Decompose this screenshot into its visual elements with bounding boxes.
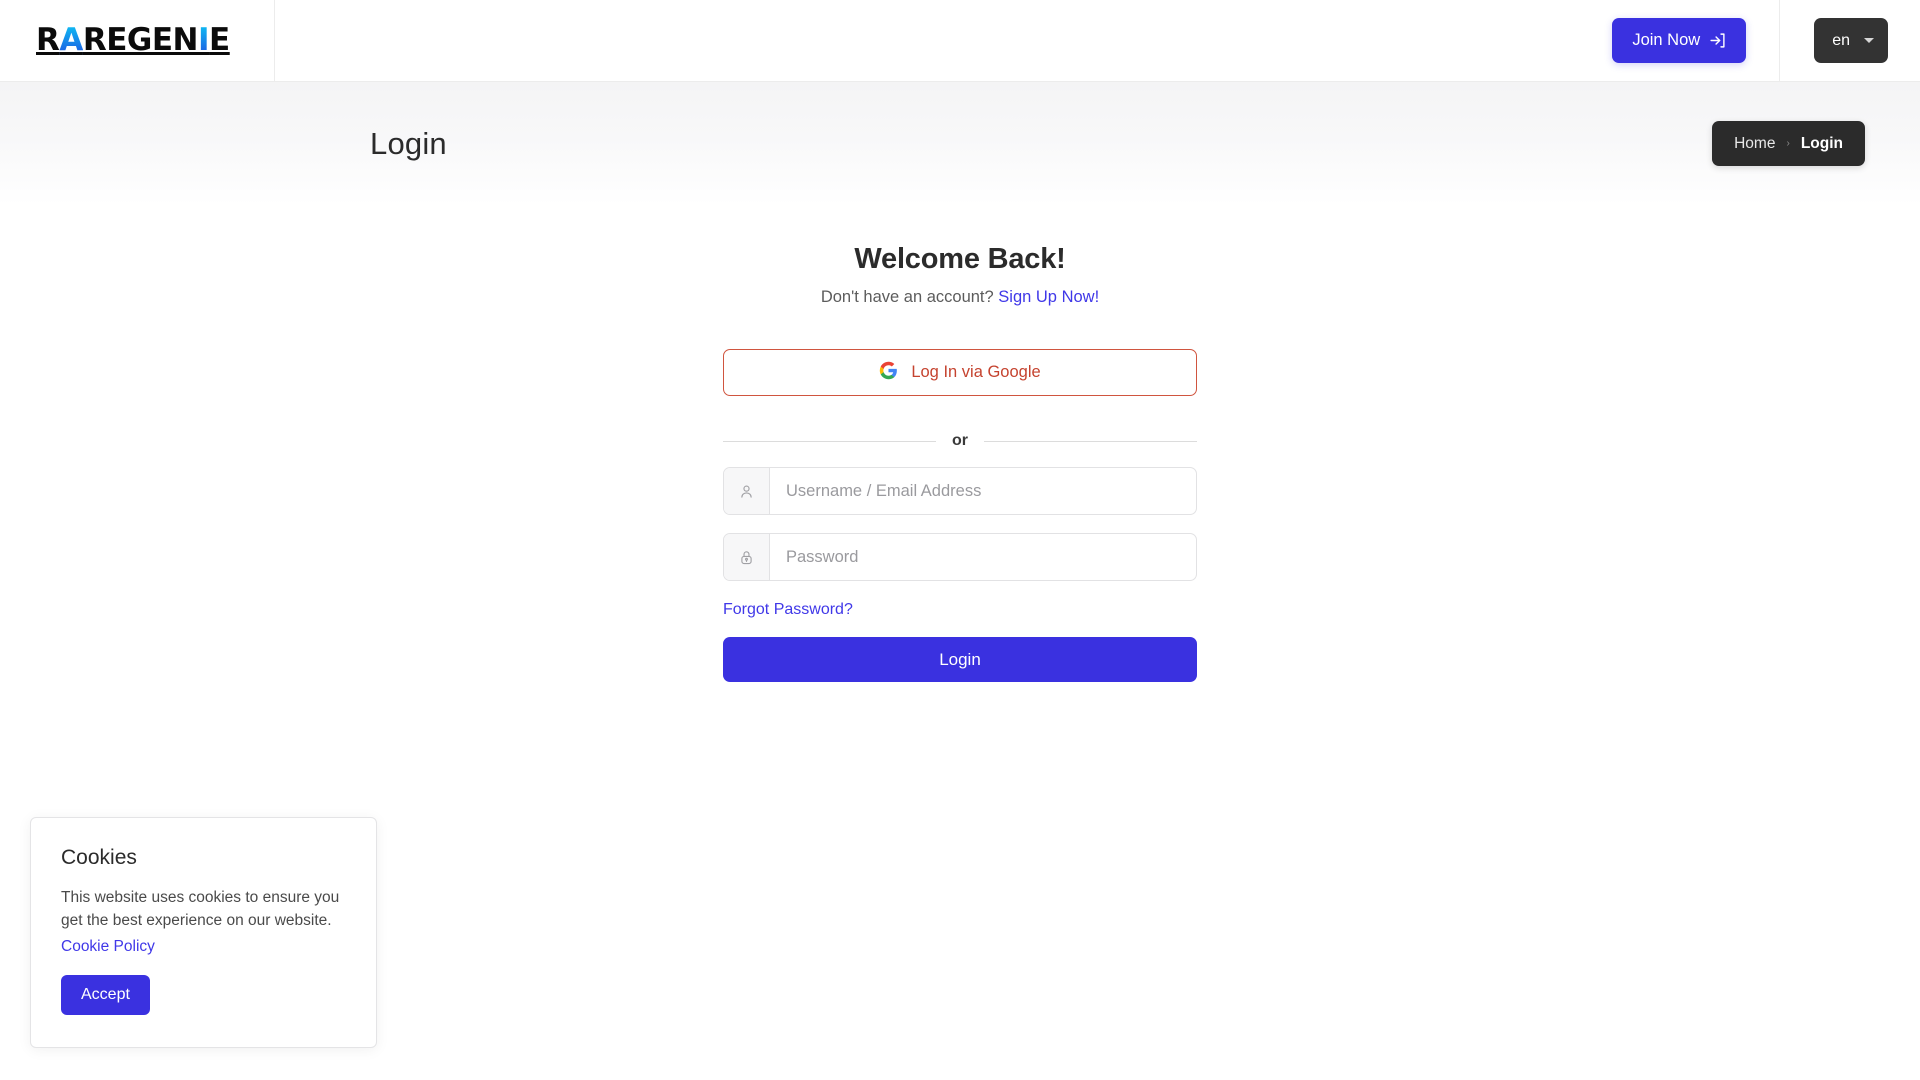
username-field-group (723, 467, 1197, 515)
breadcrumb-item-home[interactable]: Home (1734, 135, 1775, 153)
cookie-policy-link[interactable]: Cookie Policy (61, 938, 155, 956)
brand-logo-part-1: R (36, 22, 60, 58)
breadcrumb-item-current: Login (1800, 134, 1843, 152)
cookie-banner-text: This website uses cookies to ensure you … (61, 888, 340, 930)
login-submit-button[interactable]: Login (723, 637, 1197, 682)
join-now-label: Join Now (1632, 31, 1701, 49)
login-card: Welcome Back! Don't have an account? Sig… (723, 243, 1197, 682)
brand-logo-part-2: REGEN (82, 22, 199, 58)
sign-up-link[interactable]: Sign Up Now! (998, 288, 1099, 306)
sign-in-arrow-icon (1709, 32, 1726, 49)
brand-logo-part-3: E (209, 22, 230, 58)
language-value: en (1832, 31, 1850, 49)
user-icon (724, 468, 770, 514)
lock-icon (724, 534, 770, 580)
divider-rule-right (984, 440, 1197, 442)
language-cell: en (1780, 0, 1920, 81)
header-actions: Join Now en (1612, 0, 1920, 81)
chevron-down-icon (1864, 38, 1874, 43)
main-content: Welcome Back! Don't have an account? Sig… (0, 205, 1920, 682)
breadcrumb: Home › Login (1712, 121, 1865, 166)
chevron-right-icon: › (1786, 137, 1790, 149)
google-g-icon (879, 361, 898, 385)
welcome-heading: Welcome Back! (854, 243, 1066, 275)
signup-prompt-row: Don't have an account? Sign Up Now! (723, 288, 1197, 307)
brand-logo-accent-i: I (198, 22, 210, 58)
google-login-button[interactable]: Log In via Google (723, 349, 1197, 396)
logo-cell: RAREGENIE (0, 0, 275, 81)
cookie-accept-button[interactable]: Accept (61, 975, 150, 1015)
hero-section: Login Home › Login (0, 82, 1920, 205)
page-title: Login (370, 125, 447, 161)
language-select[interactable]: en (1814, 18, 1888, 63)
divider-label: or (952, 432, 968, 449)
header-spacer (275, 0, 1612, 81)
google-login-label: Log In via Google (911, 363, 1041, 381)
join-now-cell: Join Now (1612, 0, 1781, 81)
join-now-button[interactable]: Join Now (1612, 18, 1747, 63)
brand-logo[interactable]: RAREGENIE (36, 25, 230, 56)
site-header: RAREGENIE Join Now en (0, 0, 1920, 82)
forgot-password-link[interactable]: Forgot Password? (723, 601, 853, 619)
hero-inner: Login Home › Login (0, 121, 1920, 166)
password-input[interactable] (770, 534, 1196, 580)
username-input[interactable] (770, 468, 1196, 514)
signup-prompt-text: Don't have an account? (820, 288, 994, 306)
brand-logo-accent-a: A (59, 22, 83, 58)
divider-rule-left (723, 440, 936, 442)
password-field-group (723, 533, 1197, 581)
cookie-banner-title: Cookies (61, 845, 137, 869)
cookie-consent-banner: Cookies This website uses cookies to ens… (30, 816, 377, 1048)
or-divider: or (723, 432, 1197, 450)
